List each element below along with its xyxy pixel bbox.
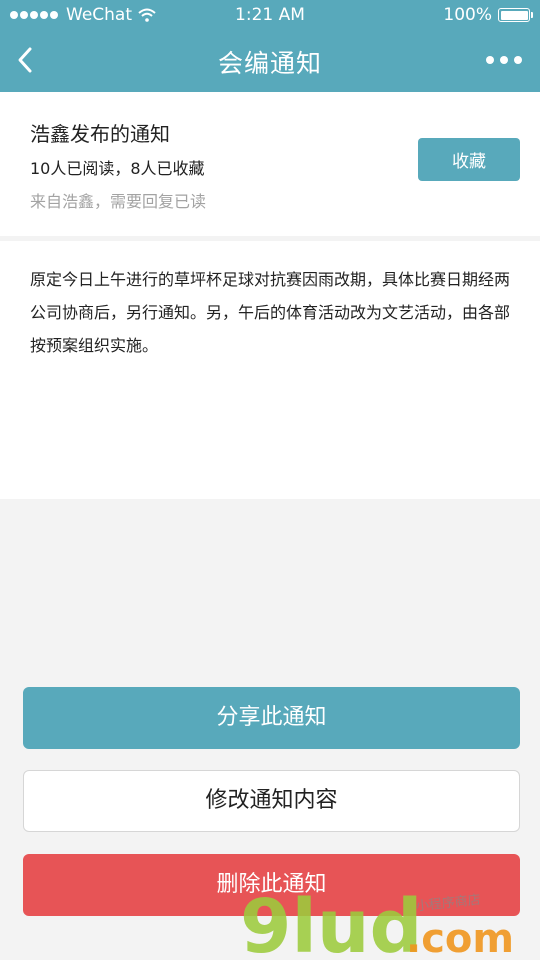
notice-content-card: 原定今日上午进行的草坪杯足球对抗赛因雨改期，具体比赛日期经两公司协商后，另行通知… <box>0 241 540 499</box>
battery-fill <box>500 10 528 20</box>
notice-body: 原定今日上午进行的草坪杯足球对抗赛因雨改期，具体比赛日期经两公司协商后，另行通知… <box>30 270 511 355</box>
battery-icon <box>498 8 533 22</box>
more-dots-icon[interactable] <box>484 50 524 70</box>
battery-percent: 100% <box>443 5 492 25</box>
notice-stats: 10人已阅读，8人已收藏 <box>30 159 205 178</box>
watermark-tagline: 小程序商店 <box>415 893 481 915</box>
page-title: 会编通知 <box>217 49 322 78</box>
notice-source: 来自浩鑫，需要回复已读 <box>30 192 207 211</box>
favorite-button[interactable]: 收藏 <box>418 138 520 181</box>
notice-title: 浩鑫发布的通知 <box>30 122 170 146</box>
watermark-logo: 9lud .com 小程序商店 <box>240 886 514 960</box>
status-right: 100% <box>443 5 533 25</box>
share-notice-button[interactable]: 分享此通知 <box>23 687 520 749</box>
watermark-brand: 9lud <box>240 886 423 960</box>
notice-header-card: 浩鑫发布的通知 10人已阅读，8人已收藏 来自浩鑫，需要回复已读 收藏 <box>0 92 540 236</box>
nav-bar: 会编通知 <box>0 30 540 92</box>
status-bar: WeChat 1:21 AM 100% <box>0 0 540 30</box>
watermark-domain: .com <box>406 916 514 960</box>
edit-notice-button[interactable]: 修改通知内容 <box>23 770 520 832</box>
